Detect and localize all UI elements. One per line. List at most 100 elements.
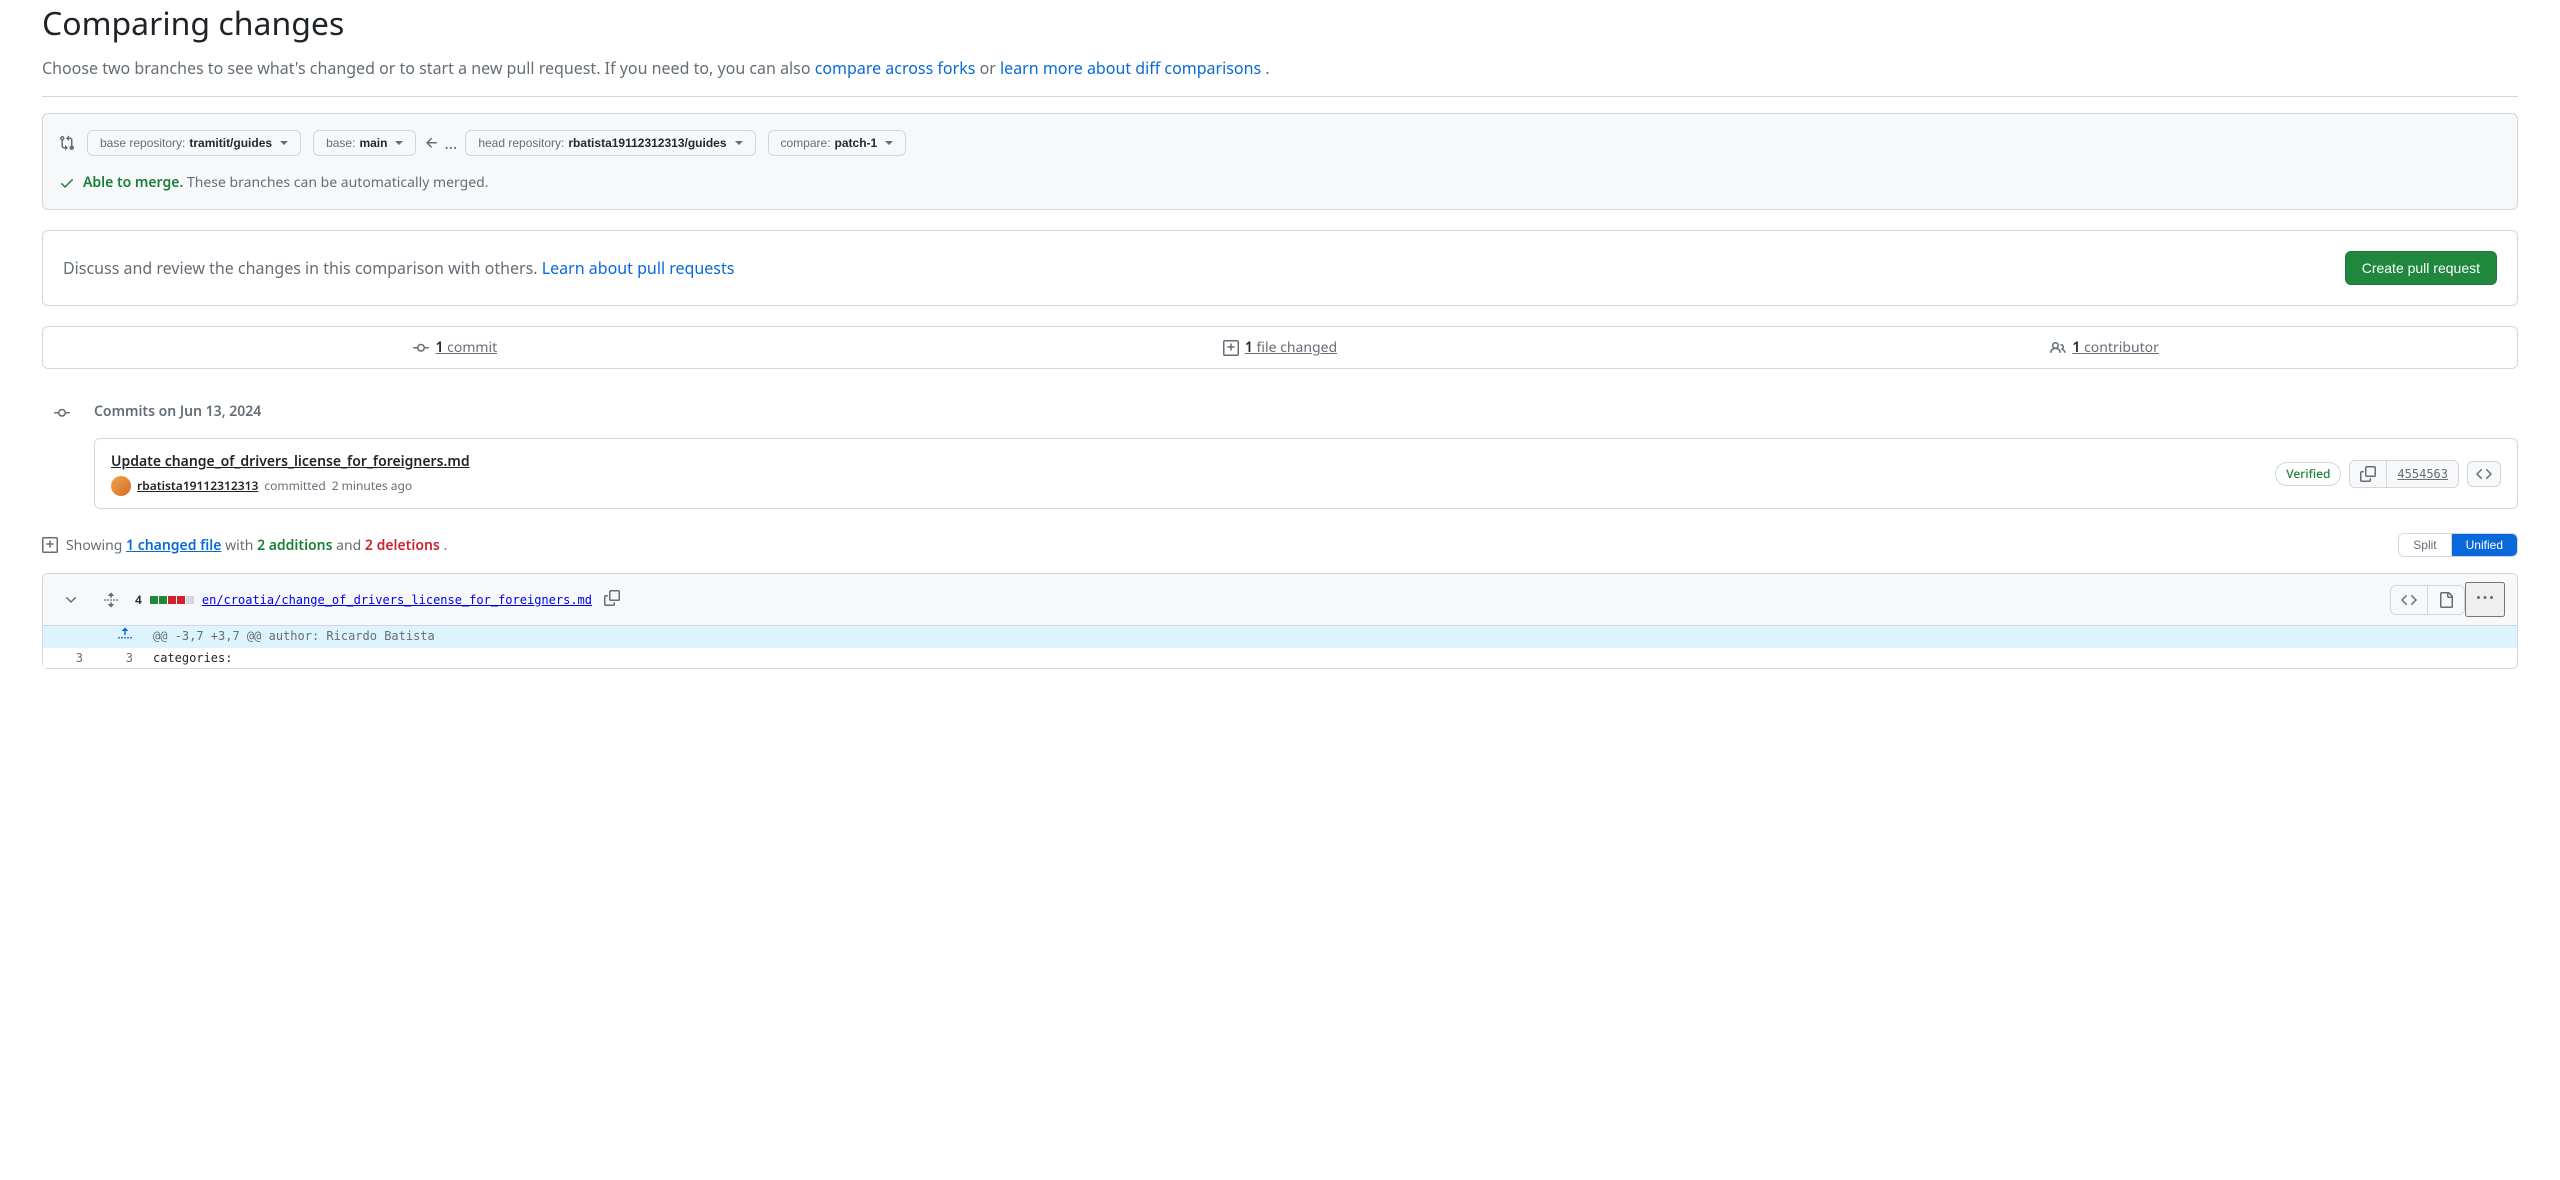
compare-branch-label: compare: xyxy=(781,136,831,150)
hunk-row: @@ -3,7 +3,7 @@ author: Ricardo Batista xyxy=(43,626,2517,648)
line-num-old[interactable]: 3 xyxy=(43,648,93,668)
learn-pr-link[interactable]: Learn about pull requests xyxy=(542,257,735,279)
files-count: 1 xyxy=(1245,338,1253,357)
compare-box: base repository: tramitit/guides base: m… xyxy=(42,113,2518,210)
commits-count: 1 xyxy=(435,338,443,357)
timeline-item: Commits on Jun 13, 2024 Update change_of… xyxy=(62,401,2518,509)
compare-branch-value: patch-1 xyxy=(835,136,878,150)
file-box: 4 en/croatia/change_of_drivers_license_f… xyxy=(42,573,2518,669)
copy-path-button[interactable] xyxy=(600,586,624,613)
caret-down-icon xyxy=(885,139,893,147)
unfold-icon xyxy=(103,592,119,608)
check-icon xyxy=(59,175,75,191)
deletions-text: 2 deletions xyxy=(365,536,440,555)
file-header-left: 4 en/croatia/change_of_drivers_license_f… xyxy=(55,586,624,613)
page-title: Comparing changes xyxy=(42,0,2518,48)
subtitle-text-3: . xyxy=(1265,57,1269,79)
compare-across-forks-link[interactable]: compare across forks xyxy=(815,57,976,79)
copy-icon xyxy=(2360,466,2376,482)
commits-date: Commits on Jun 13, 2024 xyxy=(94,401,2518,422)
divider xyxy=(42,96,2518,97)
base-branch-selector[interactable]: base: main xyxy=(313,130,416,156)
commit-time: 2 minutes ago xyxy=(332,477,412,495)
base-repo-selector[interactable]: base repository: tramitit/guides xyxy=(87,130,301,156)
merge-detail-text: These branches can be automatically merg… xyxy=(187,173,489,192)
line-content: categories: xyxy=(143,648,2517,668)
commit-author-link[interactable]: rbatista19112312313 xyxy=(137,477,258,495)
line-num-new[interactable]: 3 xyxy=(93,648,143,668)
committed-text: committed xyxy=(264,477,325,495)
file-icon xyxy=(2438,592,2454,608)
file-diff-icon xyxy=(42,537,58,553)
compare-row: base repository: tramitit/guides base: m… xyxy=(59,130,2501,156)
stats-bar: 1 commit 1 file changed 1 contributor xyxy=(42,326,2518,369)
avatar[interactable] xyxy=(111,476,131,496)
showing-text: Showing xyxy=(66,536,126,555)
file-options-button[interactable] xyxy=(2465,582,2505,617)
learn-more-diff-link[interactable]: learn more about diff comparisons xyxy=(1000,57,1261,79)
base-repo-label: base repository: xyxy=(100,136,185,150)
diff-blocks xyxy=(150,596,194,604)
file-header-right xyxy=(2390,582,2505,617)
commit-icon xyxy=(54,405,70,421)
commit-box: Update change_of_drivers_license_for_for… xyxy=(94,438,2518,509)
source-view-button[interactable] xyxy=(2391,586,2428,614)
kebab-icon xyxy=(2477,590,2493,606)
merge-status: Able to merge. These branches can be aut… xyxy=(59,172,2501,193)
split-view-button[interactable]: Split xyxy=(2399,534,2451,556)
browse-code-button[interactable] xyxy=(2467,461,2501,487)
git-compare-icon xyxy=(59,135,75,151)
unified-view-button[interactable]: Unified xyxy=(2452,534,2517,556)
head-repo-value: rbatista19112312313/guides xyxy=(568,136,726,150)
copy-sha-button[interactable] xyxy=(2350,461,2387,487)
timeline: Commits on Jun 13, 2024 Update change_of… xyxy=(62,401,2518,509)
collapse-file-button[interactable] xyxy=(55,588,87,612)
commit-sha-group: 4554563 xyxy=(2349,460,2459,488)
view-toggle: Split Unified xyxy=(2398,533,2518,557)
expand-up-button[interactable] xyxy=(43,626,143,648)
diff-summary: Showing 1 changed file with 2 additions … xyxy=(0,533,2560,557)
head-repo-selector[interactable]: head repository: rbatista19112312313/gui… xyxy=(465,130,755,156)
and-text: and xyxy=(336,536,365,555)
changed-file-link[interactable]: 1 changed file xyxy=(126,536,221,555)
fold-up-icon xyxy=(117,626,133,642)
period: . xyxy=(443,536,447,555)
diff-block-del xyxy=(177,596,185,604)
contributors-count: 1 xyxy=(2072,338,2080,357)
base-branch-value: main xyxy=(359,136,387,150)
timeline-badge xyxy=(52,403,72,423)
contributors-stat[interactable]: 1 contributor xyxy=(1692,327,2517,368)
diff-line: 3 3 categories: xyxy=(43,648,2517,668)
diff-block-neutral xyxy=(186,596,194,604)
discuss-text: Discuss and review the changes in this c… xyxy=(63,257,542,279)
hunk-header: @@ -3,7 +3,7 @@ author: Ricardo Batista xyxy=(143,626,2517,648)
rendered-view-button[interactable] xyxy=(2428,586,2464,614)
verified-badge[interactable]: Verified xyxy=(2275,462,2341,486)
create-pr-button[interactable]: Create pull request xyxy=(2345,251,2497,285)
with-text: with xyxy=(225,536,257,555)
head-repo-label: head repository: xyxy=(478,136,564,150)
create-pr-text: Discuss and review the changes in this c… xyxy=(63,256,734,280)
commit-sha-link[interactable]: 4554563 xyxy=(2387,461,2458,487)
diff-summary-left: Showing 1 changed file with 2 additions … xyxy=(42,535,447,556)
caret-down-icon xyxy=(735,139,743,147)
commit-title-link[interactable]: Update change_of_drivers_license_for_for… xyxy=(111,451,470,472)
file-header: 4 en/croatia/change_of_drivers_license_f… xyxy=(43,574,2517,626)
commits-stat[interactable]: 1 commit xyxy=(43,327,868,368)
chevron-down-icon xyxy=(63,592,79,608)
expand-all-button[interactable] xyxy=(95,588,127,612)
file-path-link[interactable]: en/croatia/change_of_drivers_license_for… xyxy=(202,591,592,609)
file-change-count: 4 xyxy=(135,591,142,609)
code-icon xyxy=(2401,592,2417,608)
compare-branch-selector[interactable]: compare: patch-1 xyxy=(768,130,907,156)
base-branch-label: base: xyxy=(326,136,355,150)
files-changed-stat[interactable]: 1 file changed xyxy=(868,327,1693,368)
people-icon xyxy=(2050,340,2066,356)
commits-label: commit xyxy=(447,338,497,357)
diff-block-add xyxy=(150,596,158,604)
commit-left: Update change_of_drivers_license_for_for… xyxy=(111,451,470,496)
page-subtitle: Choose two branches to see what's change… xyxy=(42,56,2518,80)
subtitle-text-2: or xyxy=(980,57,1000,79)
copy-icon xyxy=(604,590,620,606)
view-mode-group xyxy=(2390,585,2465,615)
